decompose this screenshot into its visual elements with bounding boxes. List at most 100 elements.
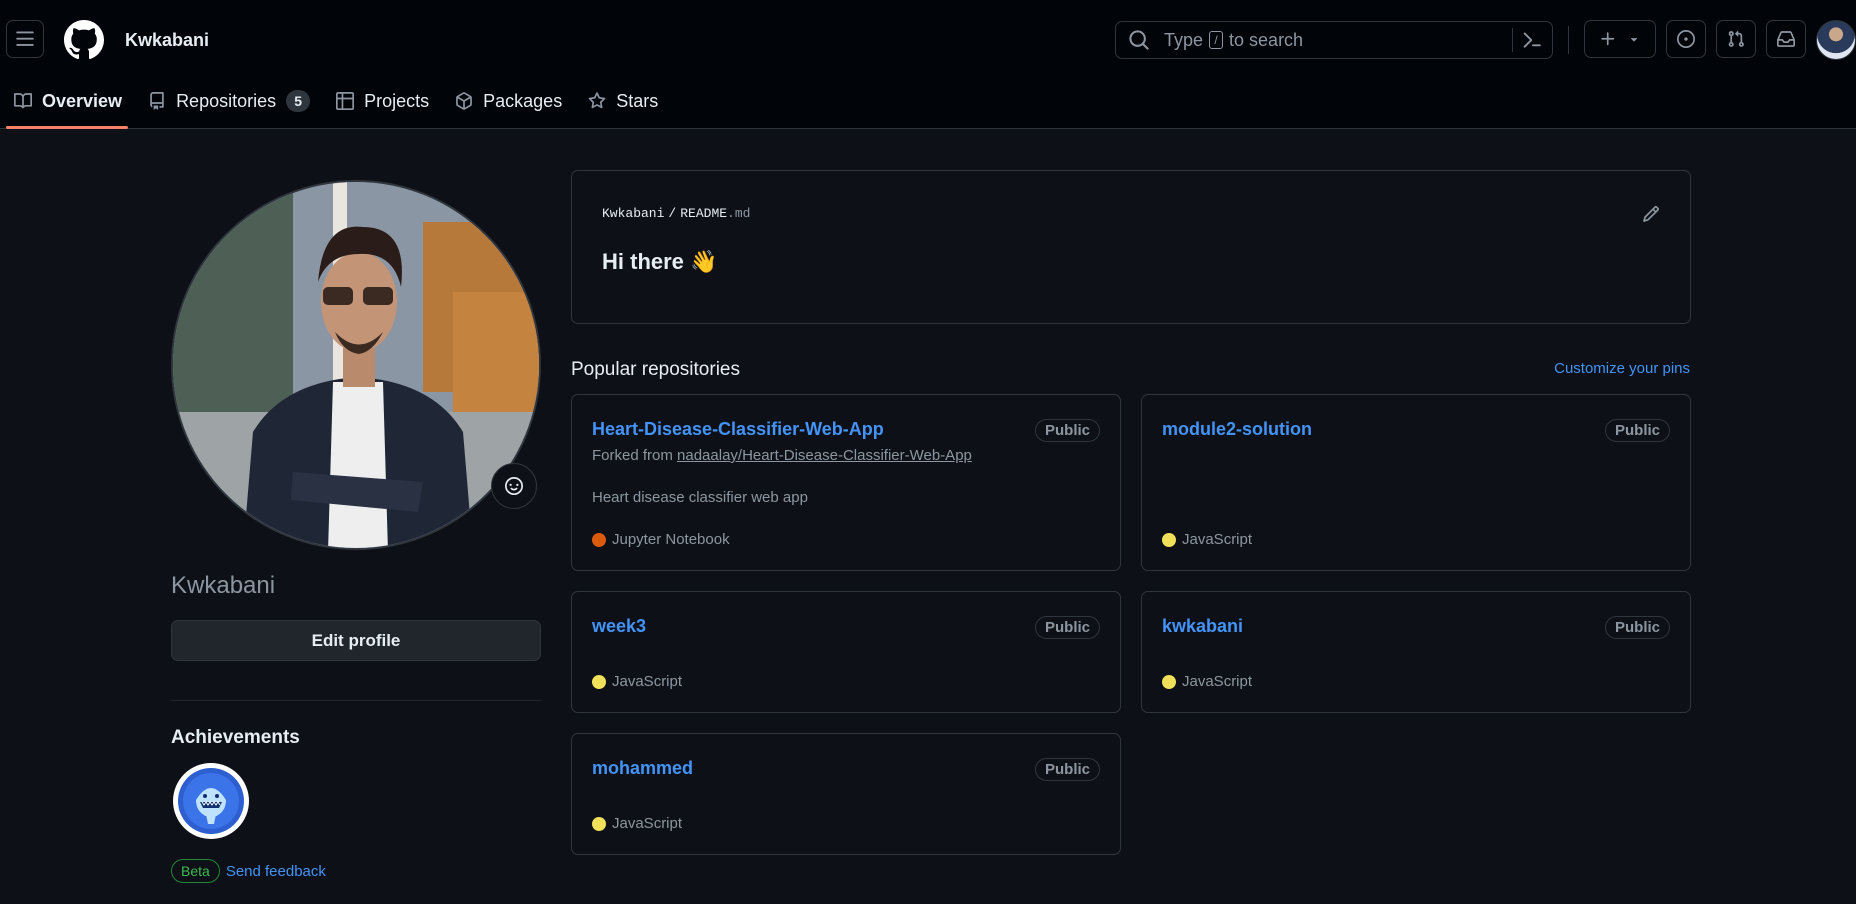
- tab-repositories-label: Repositories: [176, 90, 277, 111]
- repo-language: Jupyter Notebook: [592, 531, 730, 548]
- inbox-icon: [1777, 31, 1795, 47]
- profile-photo: [173, 182, 539, 548]
- smiley-icon: [505, 477, 523, 495]
- plus-icon: [1601, 32, 1615, 46]
- visibility-badge: Public: [1034, 419, 1100, 442]
- search-placeholder: Type / to search: [1164, 30, 1303, 51]
- tab-stars-label: Stars: [616, 90, 659, 111]
- inbox-button[interactable]: [1766, 20, 1806, 58]
- tab-packages[interactable]: Packages: [441, 80, 574, 122]
- search-prefix: Type: [1164, 29, 1204, 50]
- language-color-dot: [1162, 674, 1176, 689]
- profile-username: Kwkabani: [171, 572, 276, 599]
- visibility-badge: Public: [1604, 616, 1670, 639]
- pencil-icon: [1643, 206, 1659, 222]
- search-suffix: to search: [1229, 29, 1304, 50]
- repositories-count-badge: 5: [286, 90, 311, 112]
- table-icon: [336, 92, 355, 110]
- fork-source: Forked from nadaalay/Heart-Disease-Class…: [592, 447, 972, 464]
- edit-profile-button[interactable]: Edit profile: [171, 620, 541, 661]
- triangle-down-icon: [1630, 38, 1638, 42]
- tab-packages-label: Packages: [483, 90, 563, 111]
- readme-file-base: README: [680, 206, 728, 221]
- header-username[interactable]: Kwkabani: [125, 30, 209, 51]
- edit-readme-button[interactable]: [1642, 205, 1660, 223]
- tab-repositories[interactable]: Repositories 5: [134, 80, 322, 122]
- fork-source-link[interactable]: nadaalay/Heart-Disease-Classifier-Web-Ap…: [677, 447, 972, 464]
- achievement-badge[interactable]: [173, 763, 249, 839]
- github-logo-icon[interactable]: [64, 20, 104, 60]
- visibility-badge: Public: [1034, 758, 1100, 781]
- set-status-button[interactable]: [491, 463, 537, 509]
- book-icon: [14, 93, 32, 109]
- profile-tabs: Overview Repositories 5 Projects Package…: [0, 80, 670, 129]
- readme-separator: /: [668, 206, 677, 221]
- readme-filename[interactable]: README.md: [680, 206, 750, 221]
- readme-heading: Hi there 👋: [602, 249, 718, 274]
- repo-icon: [150, 92, 164, 110]
- tab-stars[interactable]: Stars: [574, 80, 670, 122]
- visibility-badge: Public: [1034, 616, 1100, 639]
- repo-language: JavaScript: [592, 815, 682, 832]
- star-icon: [588, 92, 606, 109]
- app-header: Kwkabani Type / to search Overview Repos…: [0, 0, 1856, 129]
- language-color-dot: [592, 674, 606, 689]
- repo-language: JavaScript: [592, 673, 682, 690]
- achievements-heading[interactable]: Achievements: [171, 727, 300, 749]
- language-color-dot: [592, 816, 606, 831]
- language-label: Jupyter Notebook: [612, 531, 730, 548]
- achievements-feedback-row: Beta Send feedback: [171, 859, 326, 883]
- profile-avatar[interactable]: [171, 180, 541, 550]
- readme-file-ext: .md: [727, 206, 751, 221]
- readme-owner[interactable]: Kwkabani: [602, 206, 664, 221]
- repo-name-link[interactable]: kwkabani: [1162, 616, 1243, 637]
- repo-card: kwkabani Public JavaScript: [1141, 591, 1691, 713]
- sidebar-divider: [171, 700, 541, 701]
- terminal-icon: [1523, 32, 1541, 48]
- popular-repositories-heading: Popular repositories: [571, 359, 740, 380]
- repo-name-link[interactable]: week3: [592, 616, 646, 637]
- tab-overview[interactable]: Overview: [0, 80, 134, 129]
- profile-readme-card: Kwkabani / README.md Hi there 👋: [571, 170, 1691, 324]
- language-label: JavaScript: [1182, 531, 1253, 548]
- tab-projects[interactable]: Projects: [322, 80, 441, 122]
- language-label: JavaScript: [1182, 673, 1253, 690]
- package-icon: [456, 92, 473, 110]
- search-icon: [1129, 30, 1149, 50]
- pull-requests-button[interactable]: [1716, 20, 1756, 58]
- repo-card: module2-solution Public JavaScript: [1141, 394, 1691, 571]
- menu-button[interactable]: [6, 20, 44, 58]
- customize-pins-link[interactable]: Customize your pins: [1554, 360, 1690, 377]
- issues-button[interactable]: [1666, 20, 1706, 58]
- repo-language: JavaScript: [1162, 673, 1252, 690]
- repo-language: JavaScript: [1162, 531, 1252, 548]
- header-separator: [1568, 26, 1569, 54]
- language-label: JavaScript: [612, 815, 683, 832]
- visibility-badge: Public: [1604, 419, 1670, 442]
- tab-overview-label: Overview: [42, 90, 123, 111]
- repo-name-link[interactable]: mohammed: [592, 758, 693, 779]
- repo-card: mohammed Public JavaScript: [571, 733, 1121, 855]
- issue-icon: [1677, 30, 1695, 48]
- search-shortcut-key: /: [1209, 31, 1224, 49]
- hamburger-icon: [16, 31, 34, 46]
- language-color-dot: [1162, 532, 1176, 547]
- repo-description: Heart disease classifier web app: [592, 489, 808, 506]
- git-pull-request-icon: [1728, 30, 1744, 47]
- language-color-dot: [592, 532, 606, 547]
- create-new-button[interactable]: [1584, 20, 1656, 58]
- tab-projects-label: Projects: [364, 90, 430, 111]
- search-input[interactable]: Type / to search: [1115, 21, 1553, 59]
- repo-card: week3 Public JavaScript: [571, 591, 1121, 713]
- repo-name-link[interactable]: module2-solution: [1162, 419, 1312, 440]
- command-palette-button[interactable]: [1512, 28, 1542, 52]
- language-label: JavaScript: [612, 673, 683, 690]
- repo-name-link[interactable]: Heart-Disease-Classifier-Web-App: [592, 419, 884, 440]
- repo-card: Heart-Disease-Classifier-Web-App Public …: [571, 394, 1121, 571]
- readme-path: Kwkabani / README.md: [602, 206, 750, 221]
- beta-label: Beta: [171, 859, 220, 883]
- fork-prefix: Forked from: [592, 447, 673, 464]
- user-avatar[interactable]: [1816, 20, 1856, 60]
- shark-badge-icon: [178, 768, 244, 834]
- send-feedback-link[interactable]: Send feedback: [226, 863, 326, 880]
